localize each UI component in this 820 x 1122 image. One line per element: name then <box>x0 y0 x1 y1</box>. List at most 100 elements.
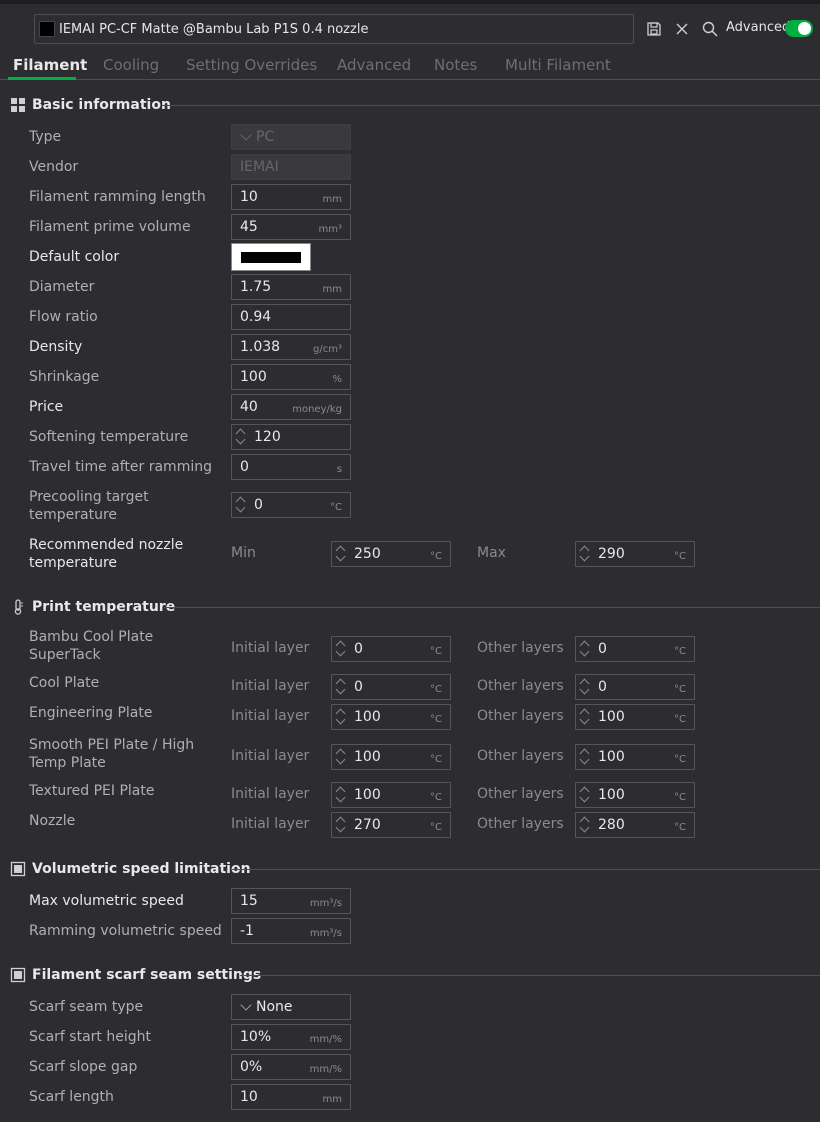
spin-arrows-icon[interactable] <box>578 637 592 661</box>
tab-notes[interactable]: Notes <box>434 56 477 74</box>
section-title: Volumetric speed limitation <box>32 861 251 877</box>
unit-label: °C <box>674 684 686 695</box>
unit-label: s <box>336 464 342 475</box>
spin-arrows-icon[interactable] <box>334 637 348 661</box>
precooling-spinner[interactable]: 0 °C <box>231 492 351 518</box>
unit-label: °C <box>430 551 442 562</box>
section-title: Print temperature <box>32 599 176 615</box>
spin-arrows-icon[interactable] <box>334 783 348 807</box>
advanced-toggle[interactable] <box>785 20 813 37</box>
preset-selector[interactable]: IEMAI PC-CF Matte @Bambu Lab P1S 0.4 noz… <box>34 14 634 44</box>
travel-time-input[interactable]: 0 s <box>231 454 351 480</box>
travel-time-label: Travel time after ramming <box>29 459 212 475</box>
shrinkage-value: 100 <box>240 369 267 385</box>
vendor-label: Vendor <box>29 159 79 175</box>
other-layers-temp-spinner[interactable]: 0 °C <box>575 636 695 662</box>
save-icon[interactable] <box>645 20 663 38</box>
spin-arrows-icon[interactable] <box>334 745 348 769</box>
initial-layer-temp-spinner[interactable]: 0 °C <box>331 636 451 662</box>
softening-temp-spinner[interactable]: 120 <box>231 424 351 450</box>
plate-label-line1: Nozzle <box>29 813 76 829</box>
max-label: Max <box>477 545 506 561</box>
precooling-label-line1: Precooling target <box>29 489 149 505</box>
diameter-label: Diameter <box>29 279 95 295</box>
tab-cooling[interactable]: Cooling <box>103 56 159 74</box>
vendor-field[interactable]: IEMAI <box>231 154 351 180</box>
scarf-slope-gap-input[interactable]: 0% mm/% <box>231 1054 351 1080</box>
shrinkage-input[interactable]: 100 % <box>231 364 351 390</box>
spin-arrows-icon[interactable] <box>334 705 348 729</box>
plate-label: Nozzle <box>29 812 219 830</box>
plate-label-line1: Engineering Plate <box>29 705 153 721</box>
price-input[interactable]: 40 money/kg <box>231 394 351 420</box>
other-layers-temp-value: 0 <box>598 641 607 657</box>
initial-layer-temp-spinner[interactable]: 0 °C <box>331 674 451 700</box>
unit-label: °C <box>330 502 342 513</box>
plate-label: Engineering Plate <box>29 704 219 722</box>
spin-arrows-icon[interactable] <box>578 705 592 729</box>
spin-arrows-icon[interactable] <box>578 542 592 566</box>
scarf-start-height-input[interactable]: 10% mm/% <box>231 1024 351 1050</box>
spin-arrows-icon[interactable] <box>578 675 592 699</box>
default-color-picker[interactable] <box>231 243 311 271</box>
scarf-type-select[interactable]: None <box>231 994 351 1020</box>
unit-label: mm/% <box>309 1034 342 1045</box>
tab-setting-overrides[interactable]: Setting Overrides <box>186 56 317 74</box>
unit-label: mm <box>322 194 342 205</box>
plate-label-line2: SuperTack <box>29 647 101 663</box>
advanced-label: Advanced <box>726 20 791 35</box>
unit-label: mm/% <box>309 1064 342 1075</box>
precooling-label: Precooling target temperature <box>29 488 219 524</box>
density-input[interactable]: 1.038 g/cm³ <box>231 334 351 360</box>
max-volumetric-label: Max volumetric speed <box>29 893 184 909</box>
toggle-knob <box>798 22 811 35</box>
tab-multi-filament[interactable]: Multi Filament <box>505 56 611 74</box>
spin-arrows-icon[interactable] <box>234 425 248 449</box>
scarf-length-label: Scarf length <box>29 1089 114 1105</box>
initial-layer-temp-spinner[interactable]: 100 °C <box>331 782 451 808</box>
section-box-icon <box>10 967 26 983</box>
diameter-input[interactable]: 1.75 mm <box>231 274 351 300</box>
recommended-nozzle-label: Recommended nozzle temperature <box>29 536 219 572</box>
ramming-length-input[interactable]: 10 mm <box>231 184 351 210</box>
other-layers-temp-spinner[interactable]: 100 °C <box>575 704 695 730</box>
spin-arrows-icon[interactable] <box>578 745 592 769</box>
other-layers-temp-value: 100 <box>598 787 625 803</box>
tab-filament[interactable]: Filament <box>13 56 87 74</box>
other-layers-temp-spinner[interactable]: 100 °C <box>575 782 695 808</box>
tab-advanced[interactable]: Advanced <box>337 56 411 74</box>
unit-label: °C <box>674 646 686 657</box>
unit-label: g/cm³ <box>313 344 342 355</box>
recommended-nozzle-label-line2: temperature <box>29 555 117 571</box>
initial-layer-temp-spinner[interactable]: 270 °C <box>331 812 451 838</box>
max-volumetric-input[interactable]: 15 mm³/s <box>231 888 351 914</box>
scarf-length-value: 10 <box>240 1089 258 1105</box>
initial-layer-temp-spinner[interactable]: 100 °C <box>331 704 451 730</box>
prime-volume-input[interactable]: 45 mm³ <box>231 214 351 240</box>
other-layers-temp-spinner[interactable]: 280 °C <box>575 812 695 838</box>
nozzle-max-spinner[interactable]: 290 °C <box>575 541 695 567</box>
scarf-length-input[interactable]: 10 mm <box>231 1084 351 1110</box>
ramming-volumetric-label: Ramming volumetric speed <box>29 923 222 939</box>
spin-arrows-icon[interactable] <box>578 783 592 807</box>
other-layers-temp-spinner[interactable]: 100 °C <box>575 744 695 770</box>
type-select[interactable]: PC <box>231 124 351 150</box>
spin-arrows-icon[interactable] <box>234 493 248 517</box>
ramming-volumetric-input[interactable]: -1 mm³/s <box>231 918 351 944</box>
initial-layer-temp-spinner[interactable]: 100 °C <box>331 744 451 770</box>
thermometer-icon <box>14 599 23 615</box>
spin-arrows-icon[interactable] <box>578 813 592 837</box>
other-layers-temp-spinner[interactable]: 0 °C <box>575 674 695 700</box>
spin-arrows-icon[interactable] <box>334 542 348 566</box>
diameter-value: 1.75 <box>240 279 272 295</box>
flow-ratio-input[interactable]: 0.94 <box>231 304 351 330</box>
softening-temp-label: Softening temperature <box>29 429 189 445</box>
unit-label: °C <box>430 684 442 695</box>
close-icon[interactable] <box>673 20 691 38</box>
spin-arrows-icon[interactable] <box>334 675 348 699</box>
spin-arrows-icon[interactable] <box>334 813 348 837</box>
search-icon[interactable] <box>701 20 719 38</box>
scarf-start-height-label: Scarf start height <box>29 1029 151 1045</box>
plate-label: Bambu Cool Plate SuperTack <box>29 628 219 664</box>
nozzle-min-spinner[interactable]: 250 °C <box>331 541 451 567</box>
